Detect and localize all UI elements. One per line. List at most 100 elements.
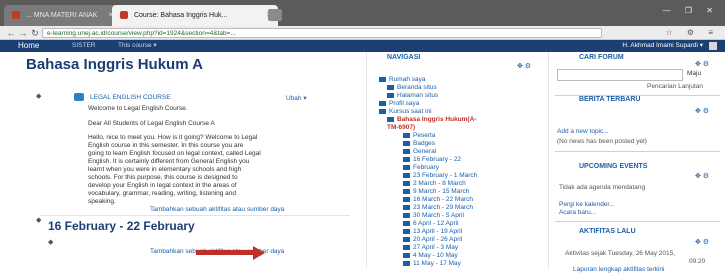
- nav-item-label: Peserta: [413, 132, 436, 139]
- block-title: AKTIFITAS LALU: [579, 228, 636, 235]
- nav-item[interactable]: 20 April - 26 April: [403, 236, 462, 243]
- welcome-text: Welcome to Legal English Course.: [88, 105, 188, 112]
- user-menu[interactable]: H. Akhmad Imami Supardi ▾: [622, 40, 703, 52]
- navigation-block: NAVIGASI ✥ ⚙ Rumah saya Beranda situs Hala…: [366, 52, 545, 268]
- nav-item-label: 30 March - 5 April: [413, 212, 464, 219]
- nav-item-label: Bahasa Inggris Hukum(A-: [397, 116, 477, 123]
- nav-item[interactable]: Beranda situs: [387, 84, 437, 91]
- bullet-icon: [387, 84, 394, 90]
- section-marker-icon: ◆: [36, 217, 42, 224]
- nav-item-label: 27 April - 3 May: [413, 244, 459, 251]
- nav-item[interactable]: Rumah saya: [379, 76, 426, 83]
- nav-item-label: 23 February - 1 March: [413, 172, 478, 179]
- nav-item[interactable]: 4 May - 10 May: [403, 252, 458, 259]
- nav-item[interactable]: Halaman situs: [387, 92, 438, 99]
- intro-line: speaking.: [88, 198, 116, 205]
- block-controls-icon[interactable]: ✥ ⚙: [695, 107, 709, 115]
- forum-link[interactable]: LEGAL ENGLISH COURSE: [90, 94, 171, 101]
- nav-item[interactable]: TM-6907): [387, 124, 415, 131]
- nav-item-label: 11 May - 17 May: [413, 260, 461, 267]
- reload-icon[interactable]: ↻: [30, 28, 40, 38]
- block-controls-icon[interactable]: ✥ ⚙: [517, 62, 531, 70]
- nav-item[interactable]: 27 April - 3 May: [403, 244, 458, 251]
- folder-icon: [403, 180, 410, 186]
- folder-icon: [403, 220, 410, 226]
- tab-title: Course: Bahasa Inggris Huk...: [133, 12, 228, 19]
- nav-item-label: 13 April - 19 April: [413, 228, 463, 235]
- nav-this-course[interactable]: This course ▾: [118, 40, 157, 52]
- nav-item-label: 16 February - 22: [413, 156, 462, 163]
- red-arrow: [196, 250, 256, 255]
- forward-icon[interactable]: →: [18, 28, 28, 38]
- window-controls[interactable]: — ❐ ✕: [663, 6, 719, 15]
- forum-search-input[interactable]: [557, 69, 683, 81]
- nav-item-label: 23 March - 29 March: [413, 204, 473, 211]
- dear-text: Dear All Students of Legal English Cours…: [88, 120, 215, 127]
- intro-line: English course in this semester. In this…: [88, 142, 244, 149]
- nav-item[interactable]: 9 March - 15 March: [403, 188, 469, 195]
- nav-item[interactable]: Badges: [403, 140, 435, 147]
- back-icon[interactable]: ←: [6, 28, 16, 38]
- nav-item-label: Rumah saya: [389, 76, 426, 83]
- add-topic-link[interactable]: Add a new topic...: [557, 128, 609, 135]
- favicon-icon: [12, 11, 20, 20]
- avatar[interactable]: [709, 42, 717, 50]
- red-arrowhead: [253, 246, 265, 260]
- nav-item-label: 9 March - 15 March: [413, 188, 470, 195]
- bullet-icon: [387, 92, 394, 98]
- browser-tab-active[interactable]: Course: Bahasa Inggris Huk... ✕: [112, 5, 278, 26]
- nav-item-label: 16 March - 22 March: [413, 196, 473, 203]
- block-controls-icon[interactable]: ✥ ⚙: [695, 60, 709, 68]
- nav-item[interactable]: February: [403, 164, 439, 171]
- nav-item[interactable]: 11 May - 17 May: [403, 260, 461, 267]
- folder-icon: [403, 132, 410, 138]
- nav-item[interactable]: 23 February - 1 March: [403, 172, 477, 179]
- intro-line: develop your English in legal context in…: [88, 182, 237, 189]
- nav-item[interactable]: General: [403, 148, 436, 155]
- nav-item[interactable]: 16 February - 22: [403, 156, 461, 163]
- url-input[interactable]: e-learning.unej.ac.id/course/view.php?id…: [42, 28, 602, 38]
- nav-item[interactable]: Bahasa Inggris Hukum(A-: [387, 116, 476, 123]
- edit-menu[interactable]: Ubah ▾: [286, 94, 307, 102]
- block-divider: [555, 221, 720, 222]
- nav-item[interactable]: 13 April - 19 April: [403, 228, 462, 235]
- browser-menu-icons[interactable]: ☆ ⚙ ≡: [666, 28, 719, 37]
- block-controls-icon[interactable]: ✥ ⚙: [695, 172, 709, 180]
- nav-item[interactable]: 30 March - 5 April: [403, 212, 464, 219]
- intro-line: schools. For this purpose, this course i…: [88, 174, 238, 181]
- full-report-link[interactable]: Laporan lengkap aktifitas terkini: [573, 266, 664, 273]
- nav-item[interactable]: 6 April - 12 April: [403, 220, 459, 227]
- block-title: BERITA TERBARU: [579, 96, 641, 103]
- nav-item-label: Kursus saat ini: [389, 108, 432, 115]
- new-tab-button[interactable]: [268, 9, 282, 21]
- activity-since-text: Aktivitas sejak Tuesday, 26 May 2015,: [565, 250, 676, 257]
- nav-item[interactable]: Peserta: [403, 132, 435, 139]
- folder-icon: [403, 172, 410, 178]
- nav-item-label: 20 April - 26 April: [413, 236, 463, 243]
- nav-item[interactable]: Kursus saat ini: [379, 108, 432, 115]
- folder-icon: [403, 212, 410, 218]
- folder-icon: [403, 260, 410, 266]
- calendar-link[interactable]: Pergi ke kalender...: [559, 201, 615, 208]
- no-events-text: Tidak ada agenda mendatang: [559, 184, 646, 191]
- nav-item-label: TM-6907): [387, 124, 416, 131]
- search-go-button[interactable]: Maju: [687, 70, 701, 77]
- nav-item[interactable]: 16 March - 22 March: [403, 196, 473, 203]
- nav-item-label: 6 April - 12 April: [413, 220, 459, 227]
- add-activity-link[interactable]: Tambahkan sebuah aktifitas atau sumber d…: [150, 206, 284, 213]
- new-event-link[interactable]: Acara baru...: [559, 209, 596, 216]
- advanced-search-link[interactable]: Pencarian Lanjutan: [647, 83, 703, 90]
- nav-item[interactable]: 23 March - 29 March: [403, 204, 473, 211]
- nav-item-label: Badges: [413, 140, 436, 147]
- nav-item[interactable]: 2 March - 8 March: [403, 180, 466, 187]
- folder-icon: [403, 244, 410, 250]
- block-controls-icon[interactable]: ✥ ⚙: [695, 238, 709, 246]
- browser-tab-bar: ... MNA MATERI ANAK ✕ Course: Bahasa Ing…: [0, 0, 725, 26]
- folder-icon: [403, 148, 410, 154]
- nav-item[interactable]: Profil saya: [379, 100, 419, 107]
- home-link[interactable]: Home: [18, 40, 39, 52]
- nav-item-label: Profil saya: [389, 100, 420, 107]
- browser-tab-inactive[interactable]: ... MNA MATERI ANAK ✕: [4, 5, 120, 26]
- nav-sister[interactable]: SISTER: [72, 40, 95, 52]
- intro-line: learnt when you were in elementary schoo…: [88, 166, 242, 173]
